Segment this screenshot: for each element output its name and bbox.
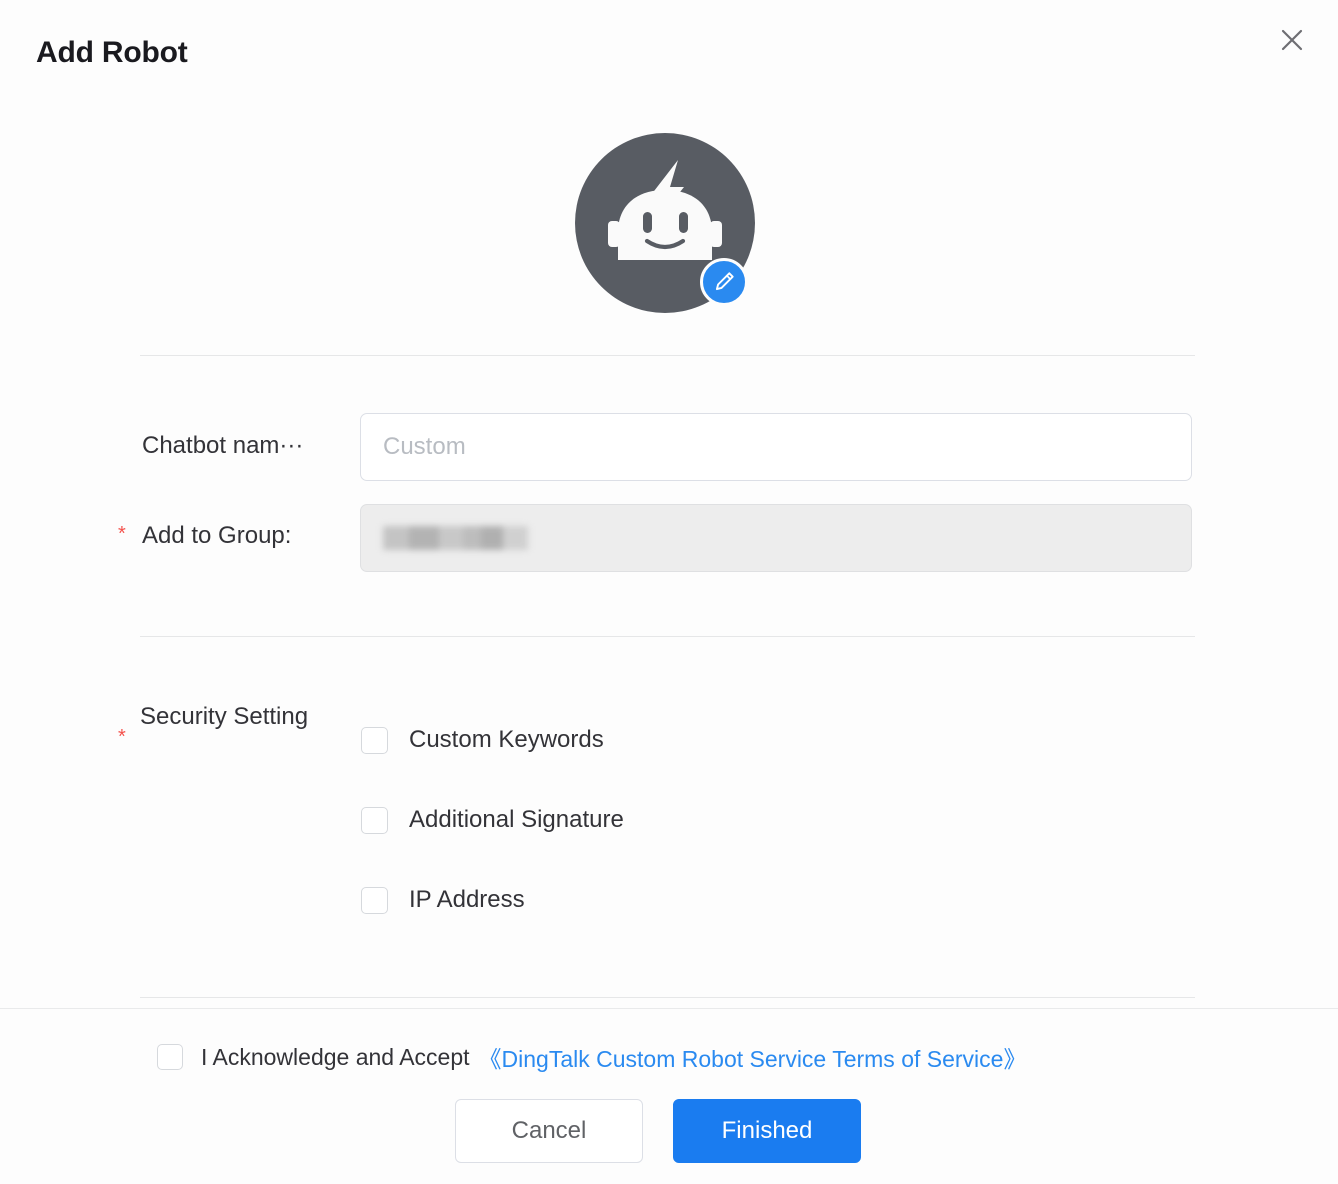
checkbox-additional-signature[interactable] (361, 806, 388, 834)
finished-button[interactable]: Finished (673, 1099, 861, 1163)
close-icon (1277, 25, 1307, 55)
security-option-label: IP Address (409, 886, 525, 913)
divider-middle (140, 636, 1195, 637)
checkbox-custom-keywords[interactable] (361, 726, 388, 754)
security-option-ip-address[interactable]: IP Address (361, 886, 525, 914)
security-option-additional-signature[interactable]: Additional Signature (361, 806, 624, 834)
divider-footer-full (0, 1008, 1338, 1009)
add-to-group-label: Add to Group: (142, 522, 292, 549)
add-to-group-input[interactable] (360, 504, 1192, 572)
acknowledge-row[interactable]: I Acknowledge and Accept 《DingTalk Custo… (157, 1040, 1026, 1074)
terms-of-service-link[interactable]: 《DingTalk Custom Robot Service Terms of … (479, 1040, 1027, 1074)
page-title: Add Robot (36, 36, 188, 69)
close-dialog-button[interactable] (1272, 20, 1312, 60)
dialog-action-buttons: Cancel Finished (455, 1099, 861, 1163)
divider-footer-inner (140, 997, 1195, 998)
security-option-label: Additional Signature (409, 806, 624, 833)
chatbot-name-label: Chatbot nam··· (142, 432, 304, 459)
security-option-custom-keywords[interactable]: Custom Keywords (361, 726, 604, 754)
avatar-edit-button[interactable] (700, 258, 748, 306)
security-setting-label: Security Setting (140, 703, 309, 730)
checkbox-ip-address[interactable] (361, 886, 388, 914)
chatbot-name-placeholder: Custom (383, 433, 466, 460)
chatbot-name-input[interactable]: Custom (360, 413, 1192, 481)
security-setting-required-marker: * (118, 726, 126, 748)
checkbox-acknowledge-terms[interactable] (157, 1044, 183, 1070)
divider-top (140, 355, 1195, 356)
avatar[interactable] (575, 133, 757, 323)
add-to-group-required-marker: * (118, 523, 126, 545)
pencil-edit-icon (711, 269, 737, 295)
cancel-button[interactable]: Cancel (455, 1099, 643, 1163)
redacted-group-name (383, 526, 528, 550)
security-option-label: Custom Keywords (409, 726, 604, 753)
acknowledge-label: I Acknowledge and Accept (201, 1043, 470, 1070)
